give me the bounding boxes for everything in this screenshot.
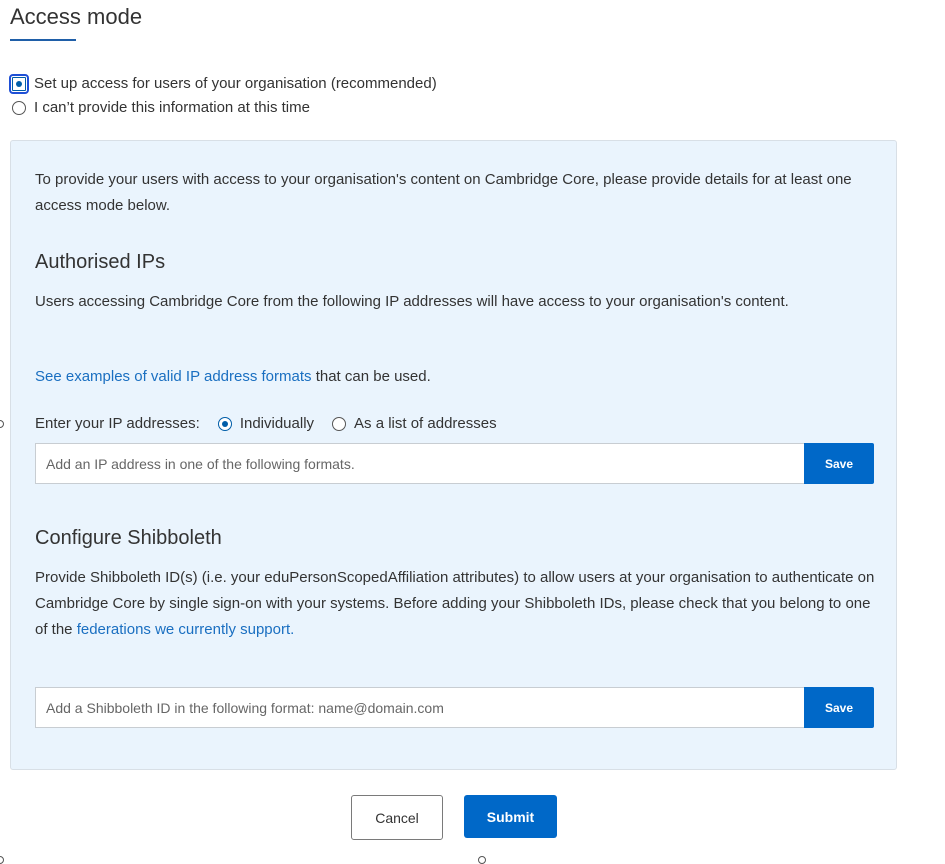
- ip-mode-label: Enter your IP addresses:: [35, 415, 200, 432]
- ip-mode-list[interactable]: As a list of addresses: [332, 415, 497, 432]
- title-underline: [10, 39, 76, 41]
- page-title: Access mode: [10, 4, 143, 29]
- shibboleth-input-group: Save: [35, 687, 874, 728]
- edge-fragment-icon-left: [0, 856, 4, 864]
- list-label: As a list of addresses: [354, 415, 497, 432]
- cannot-provide-radio[interactable]: [12, 100, 26, 115]
- list-radio[interactable]: [332, 416, 347, 431]
- federations-link[interactable]: federations we currently support: [77, 621, 290, 638]
- individually-radio[interactable]: [217, 416, 232, 431]
- individually-label: Individually: [239, 415, 315, 432]
- ip-mode-individually[interactable]: Individually: [217, 415, 315, 432]
- save-shibboleth-button[interactable]: Save: [804, 687, 874, 728]
- ip-examples-link[interactable]: See examples of valid IP address formats: [35, 368, 312, 385]
- ip-examples-suffix: that can be used.: [311, 368, 431, 385]
- panel-intro: To provide your users with access to you…: [35, 171, 852, 214]
- edge-fragment-icon-center: [478, 856, 486, 864]
- ip-examples-text: See examples of valid IP address formats…: [35, 364, 875, 390]
- cancel-button[interactable]: Cancel: [351, 795, 443, 840]
- save-ip-button[interactable]: Save: [804, 443, 874, 484]
- shibboleth-heading: Configure Shibboleth: [35, 527, 222, 549]
- ip-address-input[interactable]: [35, 443, 804, 484]
- shibboleth-id-input[interactable]: [35, 687, 804, 728]
- access-option-setup[interactable]: Set up access for users of your organisa…: [9, 73, 437, 94]
- ip-entry-mode: Enter your IP addresses: Individually As…: [35, 415, 497, 432]
- shibboleth-description: Provide Shibboleth ID(s) (i.e. your eduP…: [35, 565, 875, 643]
- authorised-ips-description: Users accessing Cambridge Core from the …: [35, 293, 789, 310]
- cannot-provide-label: I can’t provide this information at this…: [34, 99, 310, 116]
- setup-access-radio[interactable]: [9, 73, 29, 94]
- authorised-ips-heading: Authorised IPs: [35, 251, 166, 273]
- access-option-none[interactable]: I can’t provide this information at this…: [12, 99, 310, 116]
- setup-access-label: Set up access for users of your organisa…: [34, 75, 437, 92]
- access-details-panel: To provide your users with access to you…: [10, 140, 897, 770]
- submit-button[interactable]: Submit: [464, 795, 557, 838]
- edge-radio-fragment-icon: [0, 420, 4, 428]
- federations-link-period: .: [290, 621, 295, 638]
- ip-input-group: Save: [35, 443, 874, 484]
